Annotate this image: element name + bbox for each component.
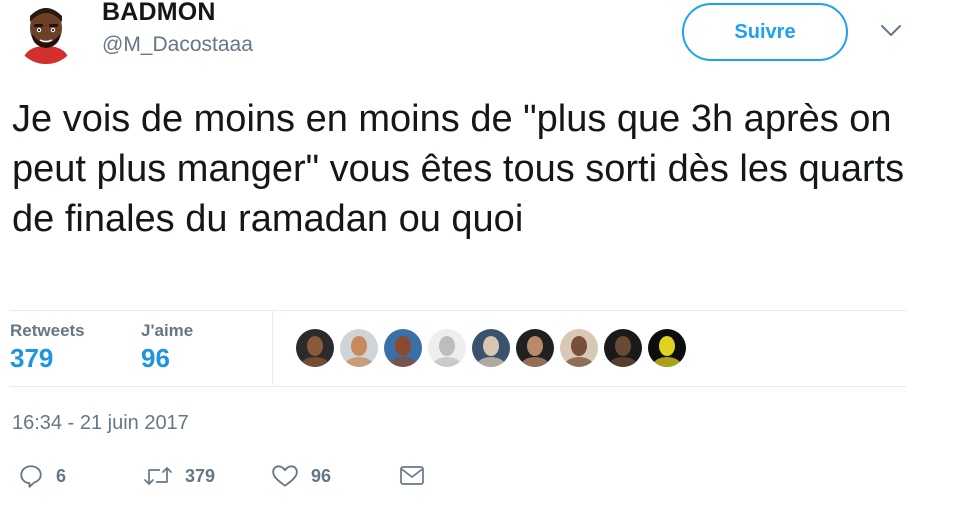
liker-avatar[interactable] xyxy=(340,329,378,367)
liker-avatar[interactable] xyxy=(604,329,642,367)
liker-avatar[interactable] xyxy=(472,329,510,367)
divider xyxy=(10,310,906,311)
like-button[interactable]: 96 xyxy=(271,458,331,494)
likes-count[interactable]: 96 xyxy=(141,343,170,374)
divider xyxy=(10,386,906,387)
retweet-count: 379 xyxy=(185,465,216,486)
liker-avatar[interactable] xyxy=(296,329,334,367)
liker-avatar[interactable] xyxy=(560,329,598,367)
liker-avatar[interactable] xyxy=(384,329,422,367)
retweets-count[interactable]: 379 xyxy=(10,343,53,374)
retweet-button[interactable]: 379 xyxy=(143,458,215,494)
envelope-icon xyxy=(400,466,424,485)
likes-label[interactable]: J'aime xyxy=(141,321,193,341)
author-handle[interactable]: @M_Dacostaaa xyxy=(102,33,253,57)
liker-avatar[interactable] xyxy=(428,329,466,367)
liker-avatar[interactable] xyxy=(648,329,686,367)
tweet-text: Je vois de moins en moins de "plus que 3… xyxy=(12,98,915,240)
liker-avatar[interactable] xyxy=(516,329,554,367)
author-name[interactable]: BADMON xyxy=(102,0,216,27)
reply-icon xyxy=(20,465,42,488)
reply-button[interactable]: 6 xyxy=(18,458,66,494)
heart-icon xyxy=(272,465,298,487)
follow-button[interactable]: Suivre xyxy=(682,3,848,61)
stats-divider xyxy=(272,311,273,385)
avatar-image xyxy=(14,0,78,64)
chevron-down-icon[interactable] xyxy=(880,24,902,38)
author-avatar[interactable] xyxy=(14,0,78,64)
retweets-label[interactable]: Retweets xyxy=(10,321,85,341)
like-count: 96 xyxy=(311,465,332,486)
reply-count: 6 xyxy=(56,465,67,486)
message-button[interactable] xyxy=(399,458,425,494)
tweet-timestamp[interactable]: 16:34 - 21 juin 2017 xyxy=(12,412,189,435)
retweet-icon xyxy=(144,467,172,485)
